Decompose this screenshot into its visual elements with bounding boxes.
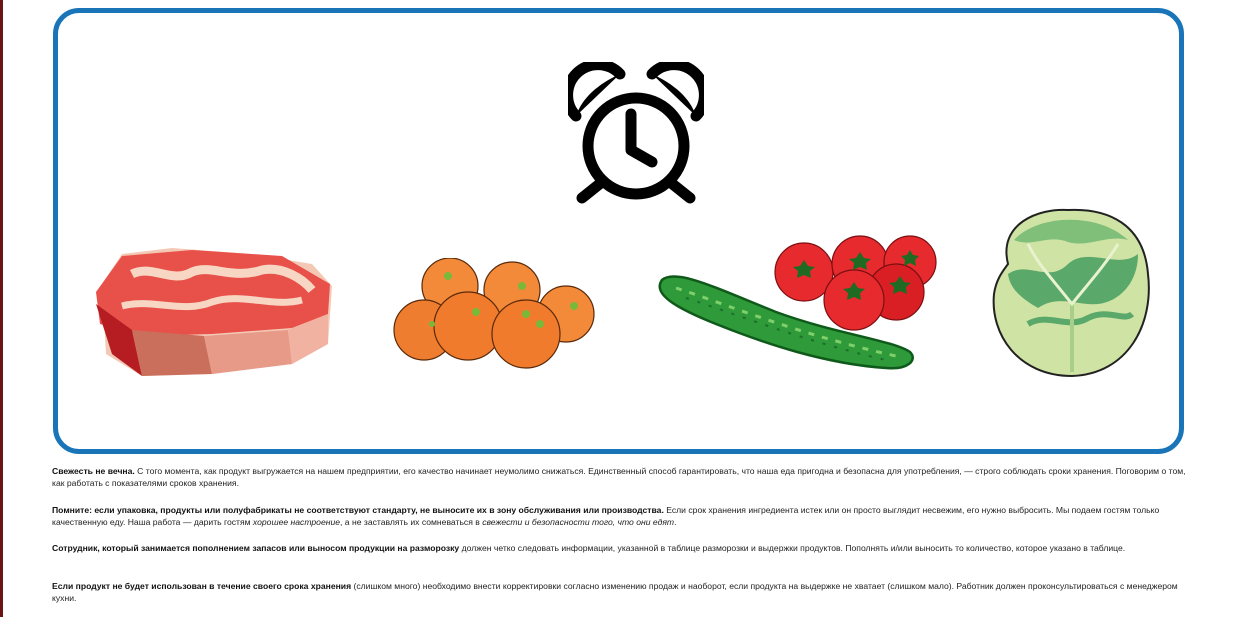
alarm-clock-icon	[568, 62, 704, 204]
paragraph-remember-text-2: , а не заставлять их сомневаться в	[340, 516, 483, 527]
paragraph-remember-bold: Помните: если упаковка, продукты или пол…	[52, 505, 664, 515]
paragraph-shelf-life: Если продукт не будет использован в тече…	[52, 581, 1187, 604]
meat-steak-icon	[96, 248, 332, 376]
cabbage-icon	[992, 208, 1150, 378]
paragraph-freshness-bold: Свежесть не вечна.	[52, 466, 135, 476]
paragraph-employee-bold: Сотрудник, который занимается пополнение…	[52, 543, 460, 553]
paragraph-employee: Сотрудник, который занимается пополнение…	[52, 543, 1187, 555]
paragraph-employee-text: должен четко следовать информации, указа…	[459, 543, 1126, 553]
paragraph-remember-italic-1: хорошее настроение	[252, 516, 341, 527]
paragraph-remember-text-3: .	[674, 516, 677, 527]
oranges-icon	[393, 258, 595, 369]
paragraph-freshness-text: С того момента, как продукт выгружается …	[52, 466, 1186, 488]
paragraph-shelf-life-bold: Если продукт не будет использован в тече…	[52, 581, 352, 591]
paragraph-freshness: Свежесть не вечна. С того момента, как п…	[52, 466, 1187, 489]
tomatoes-icon	[774, 235, 937, 331]
paragraph-remember-italic-2: свежести и безопасности того, что они ед…	[482, 516, 675, 527]
paragraph-remember: Помните: если упаковка, продукты или пол…	[52, 505, 1187, 528]
left-edge-strip	[0, 0, 3, 617]
